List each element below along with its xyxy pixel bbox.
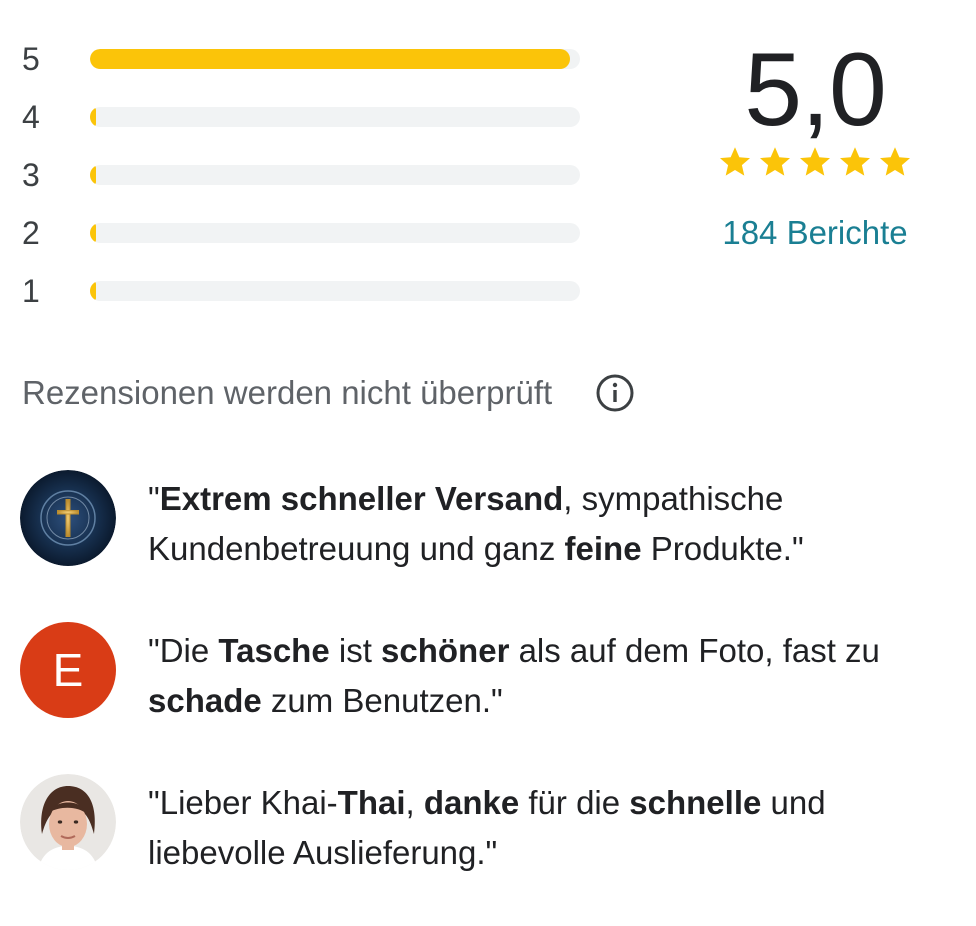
histogram-track: [90, 49, 580, 69]
histogram-bar: [90, 49, 571, 69]
histogram-label: 4: [22, 99, 40, 135]
histogram-row-2[interactable]: 2: [22, 204, 592, 262]
review-item[interactable]: "Lieber Khai-Thai, danke für die schnell…: [20, 774, 960, 878]
histogram-row-1[interactable]: 1: [22, 262, 592, 320]
histogram-label: 3: [22, 157, 40, 193]
histogram-bar: [90, 223, 96, 243]
histogram-label: 2: [22, 215, 40, 251]
reviews-disclaimer: Rezensionen werden nicht überprüft: [22, 372, 636, 414]
histogram-track: [90, 281, 580, 301]
letter-avatar: E: [20, 622, 116, 718]
star-icon: [717, 144, 753, 180]
review-text: "Extrem schneller Versand, sympathische …: [148, 480, 804, 567]
disclaimer-text: Rezensionen werden nicht überprüft: [22, 374, 553, 411]
review-item[interactable]: E "Die Tasche ist schöner als auf dem Fo…: [20, 622, 960, 726]
histogram-track: [90, 107, 580, 127]
histogram-row-5[interactable]: 5: [22, 30, 592, 88]
star-icon: [877, 144, 913, 180]
review-list: "Extrem schneller Versand, sympathische …: [20, 470, 960, 926]
rating-histogram: 5 4 3 2 1: [22, 30, 592, 320]
histogram-track: [90, 223, 580, 243]
histogram-label: 1: [22, 273, 40, 309]
rating-summary: 5,0 184 Berichte: [690, 38, 930, 252]
person-photo-avatar: [20, 774, 116, 870]
review-text: "Die Tasche ist schöner als auf dem Foto…: [148, 632, 880, 719]
histogram-bar: [90, 107, 96, 127]
histogram-row-4[interactable]: 4: [22, 88, 592, 146]
info-icon[interactable]: [594, 372, 636, 414]
star-rating: [700, 144, 930, 180]
histogram-bar: [90, 165, 96, 185]
star-icon: [797, 144, 833, 180]
histogram-row-3[interactable]: 3: [22, 146, 592, 204]
review-text: "Lieber Khai-Thai, danke für die schnell…: [148, 784, 826, 871]
average-score: 5,0: [744, 32, 887, 148]
histogram-label: 5: [22, 41, 40, 77]
review-item[interactable]: "Extrem schneller Versand, sympathische …: [20, 470, 960, 574]
star-icon: [757, 144, 793, 180]
star-icon: [837, 144, 873, 180]
histogram-bar: [90, 281, 96, 301]
cross-globe-avatar: [20, 470, 116, 566]
histogram-track: [90, 165, 580, 185]
reviews-count-link[interactable]: 184 Berichte: [722, 214, 907, 252]
